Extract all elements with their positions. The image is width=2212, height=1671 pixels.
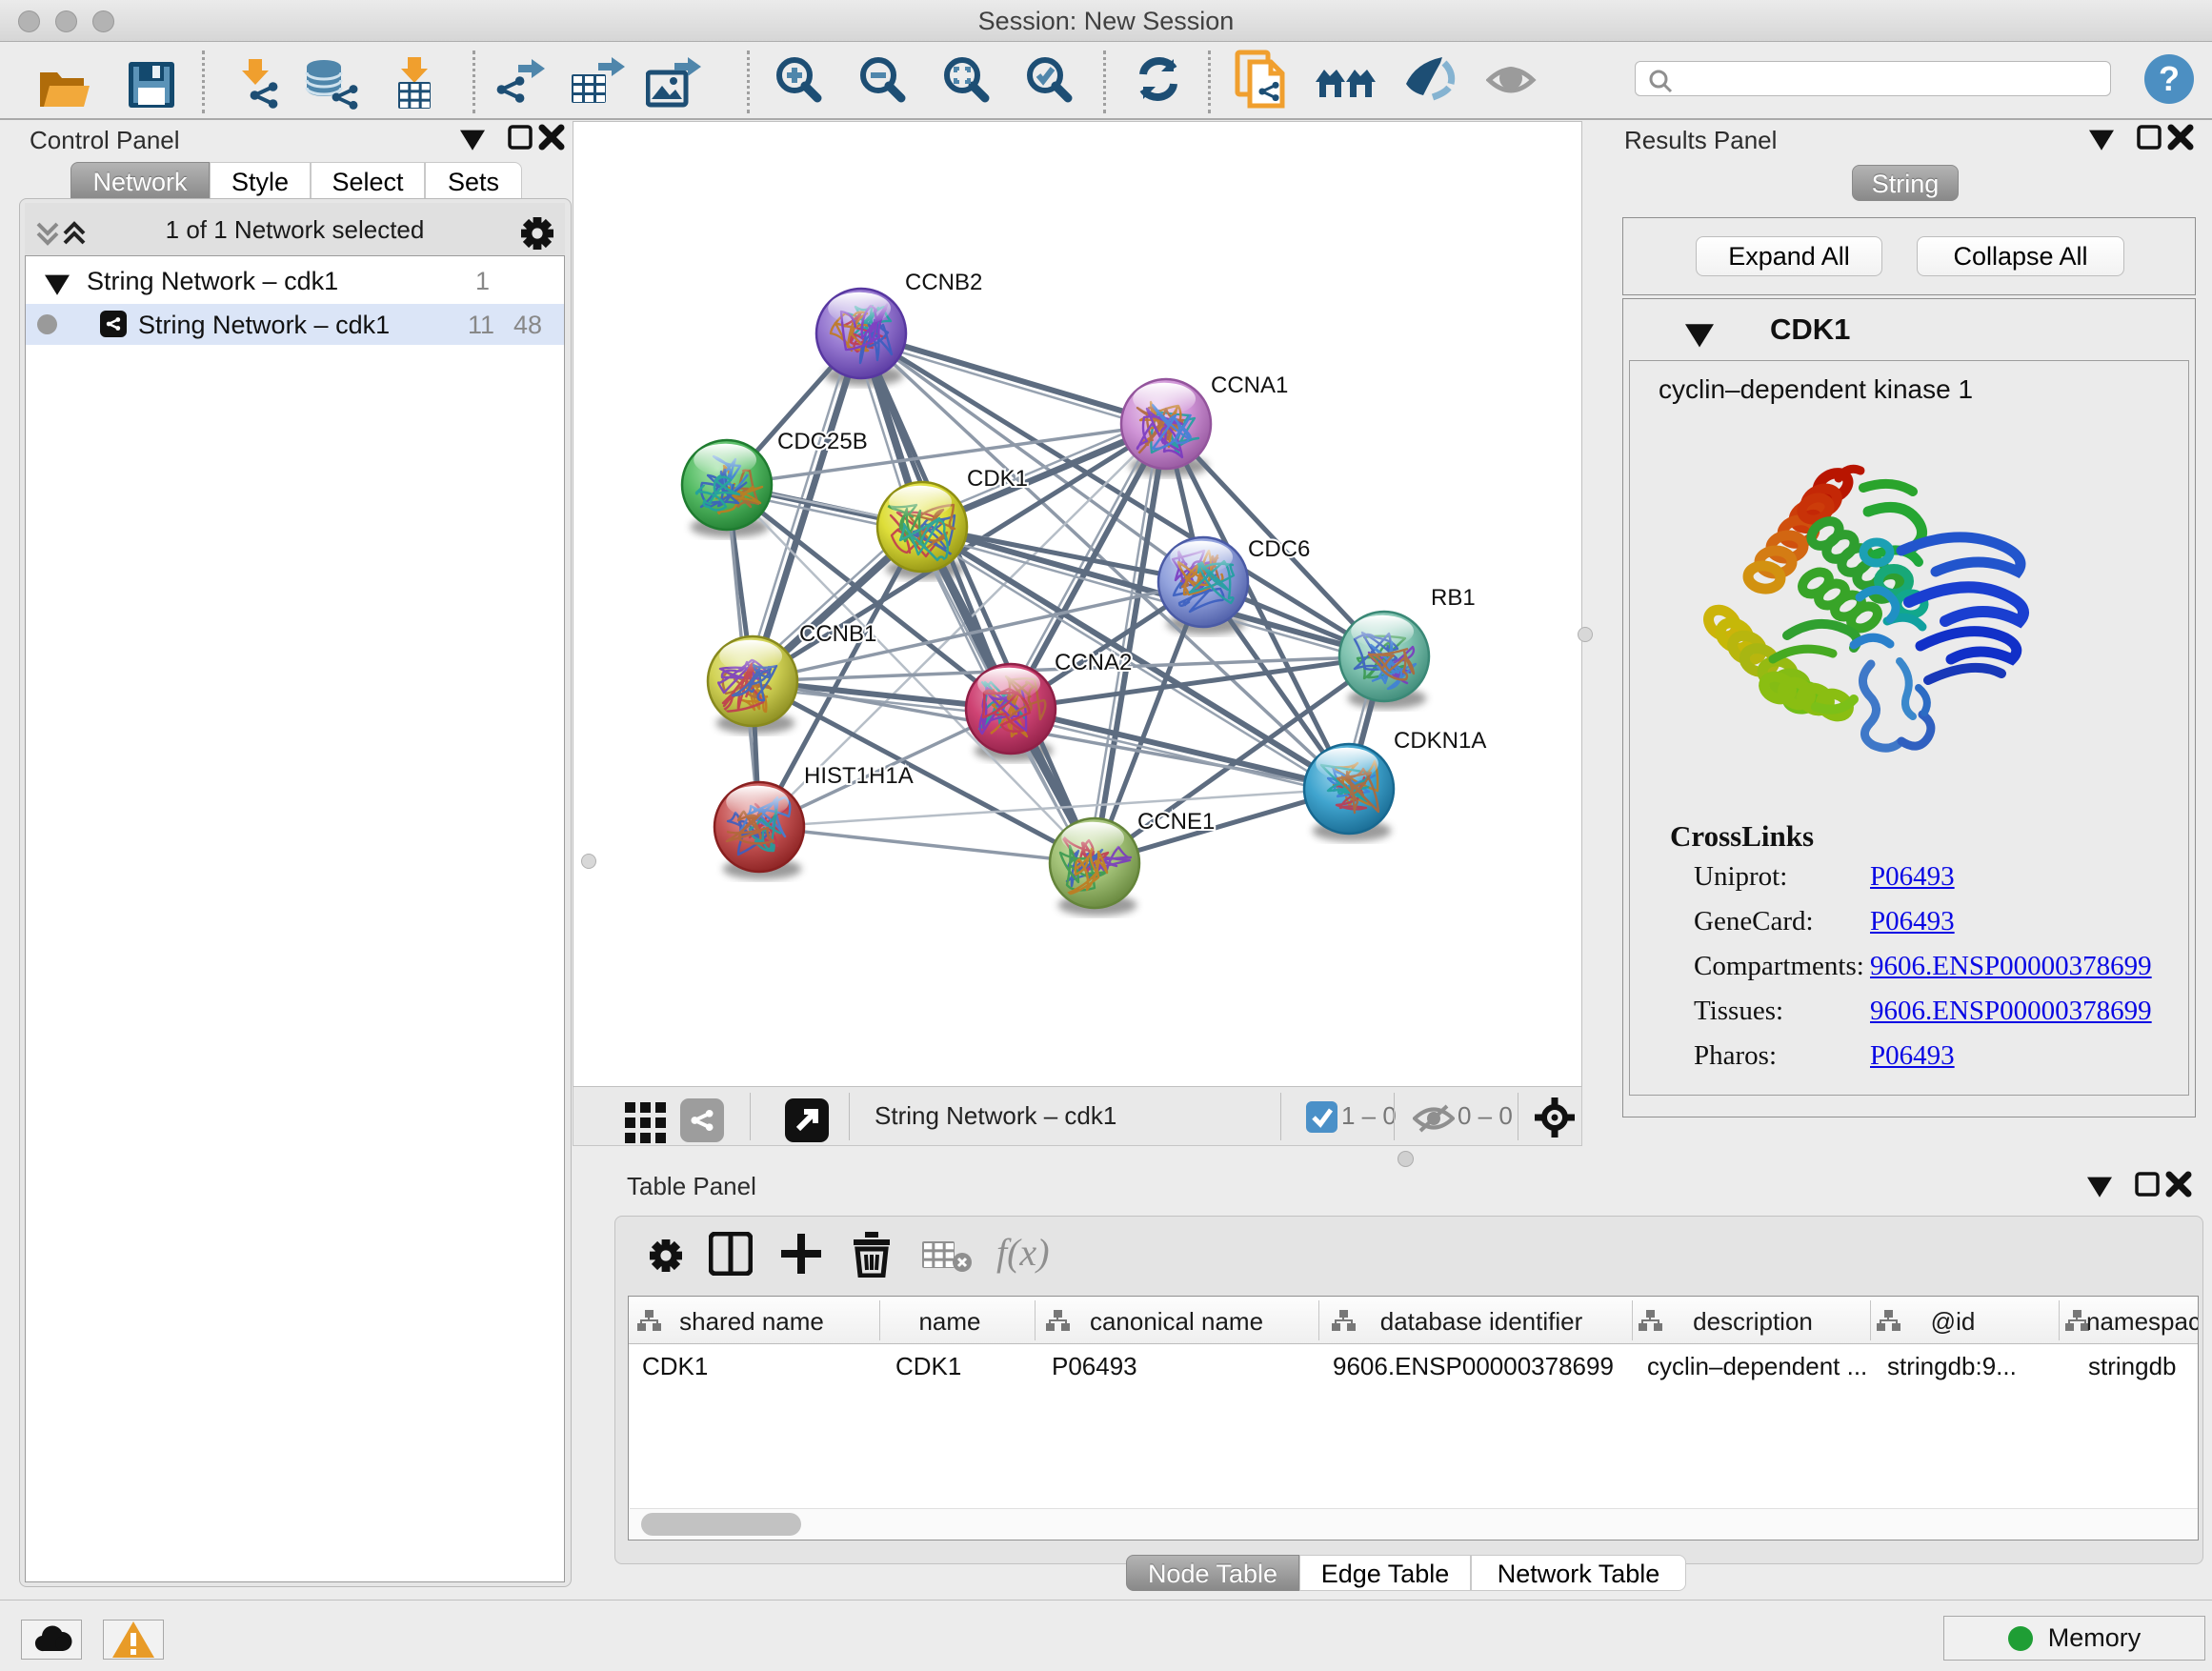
svg-text:CDC6: CDC6 [1248, 536, 1310, 562]
svg-text:CCNA1: CCNA1 [1211, 372, 1288, 398]
svg-text:CCNA2: CCNA2 [1055, 650, 1132, 675]
svg-text:CDKN1A: CDKN1A [1394, 728, 1486, 754]
svg-text:?: ? [2159, 59, 2180, 98]
svg-text:CCNE1: CCNE1 [1137, 809, 1215, 835]
svg-text:CDC25B: CDC25B [777, 429, 868, 454]
svg-text:CDK1: CDK1 [967, 466, 1028, 492]
svg-text:HIST1H1A: HIST1H1A [804, 763, 914, 789]
svg-text:RB1: RB1 [1431, 585, 1476, 611]
svg-text:CCNB2: CCNB2 [905, 270, 982, 295]
svg-text:CCNB1: CCNB1 [799, 621, 876, 647]
